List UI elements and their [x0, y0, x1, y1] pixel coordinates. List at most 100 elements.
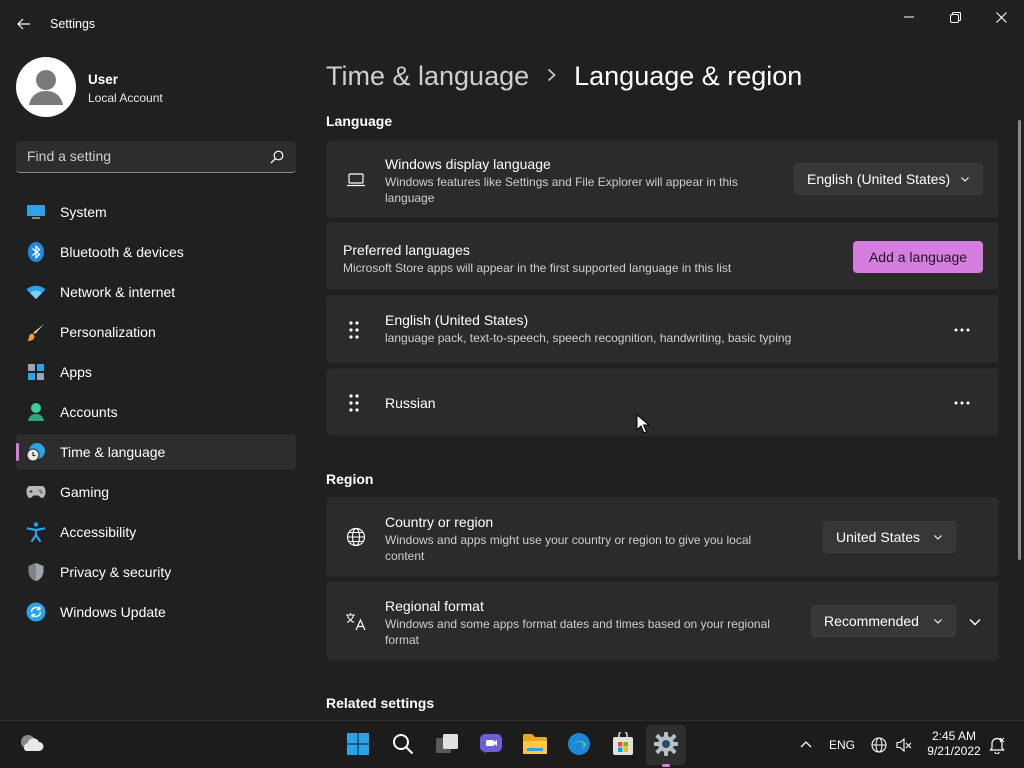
- sidebar-item-network[interactable]: Network & internet: [16, 274, 296, 310]
- taskbar: ENG 2:45 AM 9/21/2022: [0, 720, 1024, 768]
- close-icon: [995, 11, 1007, 23]
- volume-muted-icon[interactable]: [893, 734, 915, 756]
- task-view-icon: [436, 734, 458, 753]
- sidebar-item-privacy[interactable]: Privacy & security: [16, 554, 296, 590]
- bluetooth-icon: [26, 242, 46, 262]
- language-item-english[interactable]: English (United States) language pack, t…: [326, 295, 999, 363]
- display-language-desc-2: language: [385, 191, 435, 205]
- minimize-button[interactable]: [894, 6, 924, 28]
- language-name: Russian: [385, 395, 436, 411]
- sidebar-item-label: Network & internet: [60, 284, 176, 300]
- sidebar-item-label: Privacy & security: [60, 564, 172, 580]
- user-profile[interactable]: User Local Account: [16, 57, 286, 117]
- sidebar-item-windows-update[interactable]: Windows Update: [16, 594, 296, 630]
- folder-icon: [523, 734, 547, 754]
- sidebar-item-gaming[interactable]: Gaming: [16, 474, 296, 510]
- profile-name: User: [88, 72, 119, 87]
- display-language-card: Windows display language Windows feature…: [326, 140, 999, 218]
- start-button[interactable]: [345, 731, 371, 757]
- country-region-card: Country or region Windows and apps might…: [326, 497, 999, 577]
- more-options-button[interactable]: [948, 389, 976, 417]
- windows-logo-icon: [347, 733, 369, 755]
- app-title: Settings: [50, 17, 96, 31]
- system-icon: [26, 202, 46, 222]
- update-icon: [26, 602, 46, 622]
- regional-format-desc-2: format: [385, 633, 420, 647]
- more-options-button[interactable]: [948, 316, 976, 344]
- sidebar-item-label: Bluetooth & devices: [60, 244, 184, 260]
- input-language-indicator[interactable]: ENG: [829, 738, 855, 752]
- teams-chat-button[interactable]: [478, 731, 504, 757]
- regional-format-desc-1: Windows and some apps format dates and t…: [385, 617, 770, 631]
- display-language-desc-1: Windows features like Settings and File …: [385, 175, 738, 189]
- page-title: Language & region: [574, 60, 803, 91]
- breadcrumb: Time & language Language & region: [326, 58, 802, 94]
- edge-browser-button[interactable]: [566, 731, 592, 757]
- person-icon: [29, 70, 63, 105]
- shield-icon: [26, 562, 46, 582]
- accessibility-icon: [26, 522, 46, 542]
- settings-gear-icon[interactable]: [653, 731, 679, 757]
- language-name: English (United States): [385, 312, 529, 328]
- display-language-title: Windows display language: [385, 156, 551, 172]
- preferred-languages-desc: Microsoft Store apps will appear in the …: [343, 261, 732, 275]
- sidebar-item-time-language[interactable]: Time & language: [16, 434, 296, 470]
- add-language-button[interactable]: Add a language: [853, 241, 983, 273]
- network-status-icon[interactable]: [868, 734, 890, 756]
- sidebar-item-personalization[interactable]: Personalization: [16, 314, 296, 350]
- taskbar-search-button[interactable]: [390, 731, 416, 757]
- language-item-russian[interactable]: Russian: [326, 368, 999, 436]
- close-button[interactable]: [986, 6, 1016, 28]
- weather-widget-icon[interactable]: [18, 730, 44, 756]
- chevron-down-icon: [961, 177, 969, 182]
- sidebar-item-accounts[interactable]: Accounts: [16, 394, 296, 430]
- file-explorer-button[interactable]: [522, 731, 548, 757]
- clock-time: 2:45 AM: [931, 729, 977, 743]
- sidebar-item-bluetooth[interactable]: Bluetooth & devices: [16, 234, 296, 270]
- search-input[interactable]: [16, 141, 256, 171]
- sidebar-item-apps[interactable]: Apps: [16, 354, 296, 390]
- breadcrumb-parent[interactable]: Time & language: [326, 61, 529, 92]
- regional-format-title: Regional format: [385, 598, 484, 614]
- sidebar-item-label: Windows Update: [60, 604, 166, 620]
- regional-format-dropdown[interactable]: Recommended: [811, 605, 956, 637]
- task-view-button[interactable]: [434, 731, 460, 757]
- search-box: [16, 141, 296, 173]
- search-icon[interactable]: [270, 150, 284, 164]
- section-title-language: Language: [326, 113, 393, 129]
- microsoft-store-button[interactable]: [610, 731, 636, 757]
- sidebar-item-accessibility[interactable]: Accessibility: [16, 514, 296, 550]
- brush-icon: [26, 322, 46, 342]
- language-features: language pack, text-to-speech, speech re…: [385, 331, 792, 345]
- accounts-icon: [26, 402, 46, 422]
- back-button[interactable]: [12, 12, 36, 36]
- expand-button[interactable]: [963, 612, 987, 632]
- sidebar-nav: System Bluetooth & devices Network & int…: [16, 194, 296, 634]
- drag-handle-icon[interactable]: [347, 393, 361, 413]
- restore-button[interactable]: [940, 6, 970, 28]
- scrollbar[interactable]: [1018, 120, 1021, 560]
- back-arrow-icon: [17, 18, 30, 30]
- regional-format-icon: [345, 610, 367, 632]
- more-icon: [954, 401, 970, 405]
- mouse-cursor-icon: [636, 414, 650, 434]
- display-language-dropdown[interactable]: English (United States): [794, 163, 983, 195]
- chevron-down-icon: [934, 619, 942, 624]
- store-icon: [613, 732, 633, 755]
- chevron-down-icon: [969, 619, 981, 626]
- taskbar-clock[interactable]: 2:45 AM 9/21/2022: [922, 729, 986, 759]
- drag-handle-icon[interactable]: [347, 320, 361, 340]
- chat-icon: [480, 734, 502, 754]
- country-region-value: United States: [836, 529, 921, 545]
- chevron-down-icon: [934, 535, 942, 540]
- avatar: [16, 57, 76, 117]
- sidebar-item-label: Gaming: [60, 484, 110, 500]
- wifi-icon: [26, 282, 46, 302]
- preferred-languages-title: Preferred languages: [343, 242, 470, 258]
- show-hidden-icons-button[interactable]: [796, 733, 816, 755]
- notification-bell-icon[interactable]: [986, 734, 1008, 756]
- restore-icon: [949, 11, 961, 23]
- country-region-dropdown[interactable]: United States: [823, 521, 956, 553]
- sidebar-item-system[interactable]: System: [16, 194, 296, 230]
- clock-date: 9/21/2022: [927, 744, 981, 758]
